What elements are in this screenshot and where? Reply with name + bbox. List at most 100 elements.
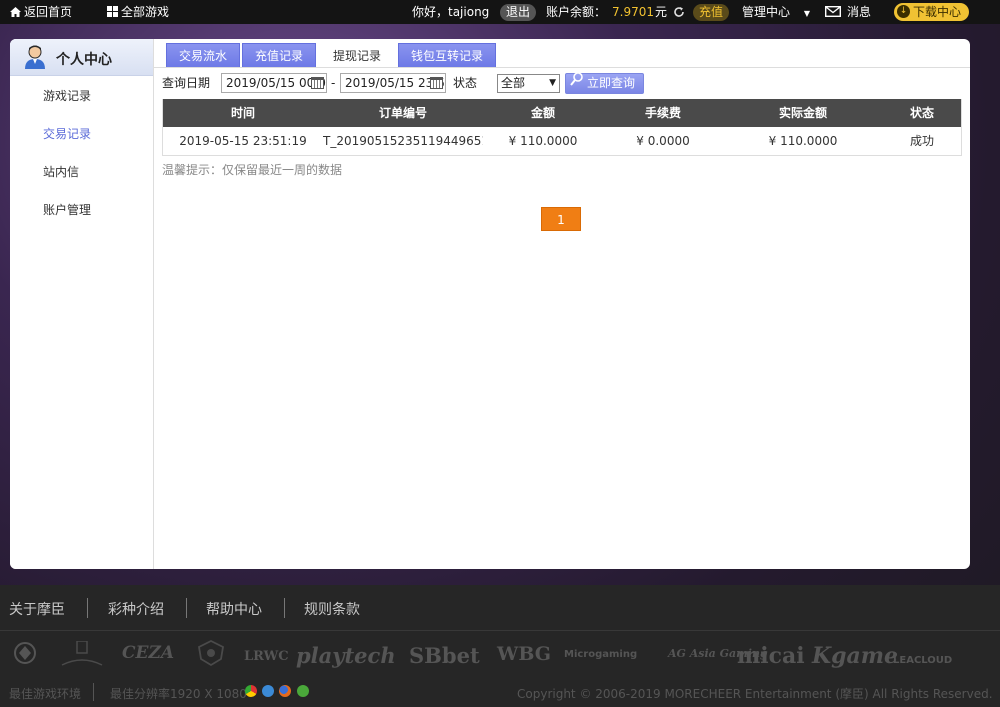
footer-bottom-bar: 最佳游戏环境 最佳分辨率1920 X 1080 Copyright © 2006… bbox=[0, 683, 1000, 703]
partner-logo-ceza: CEZA bbox=[122, 643, 175, 663]
date-label: 查询日期 bbox=[162, 76, 211, 90]
content-area: 交易流水 充值记录 提现记录 钱包互转记录 查询日期 2019/05/15 00… bbox=[154, 39, 970, 569]
caret-down-icon: ▼ bbox=[803, 9, 810, 18]
tab-transaction-flow[interactable]: 交易流水 bbox=[166, 43, 241, 68]
footer-link-lottery-intro[interactable]: 彩种介绍 bbox=[108, 599, 164, 619]
cell-fee: ¥ 0.0000 bbox=[636, 134, 690, 148]
partner-logos: CEZA LRWC playtech SBbet WBG Microgaming… bbox=[0, 635, 1000, 677]
grid-icon bbox=[107, 1, 118, 25]
partner-logo-sbbet: SBbet bbox=[409, 643, 480, 668]
best-resolution: 最佳分辨率1920 X 1080 bbox=[110, 687, 247, 701]
logout-button[interactable]: 退出 bbox=[500, 0, 537, 24]
filter-bar: 查询日期 2019/05/15 00:00 - 2019/05/15 23:59… bbox=[162, 72, 962, 94]
partner-shield-icon bbox=[195, 639, 227, 670]
tab-withdraw-records[interactable]: 提现记录 bbox=[318, 43, 397, 68]
manage-center-menu[interactable]: 管理中心 ▼ bbox=[742, 0, 810, 24]
balance-value: 7.9701 bbox=[612, 5, 654, 19]
records-table: 时间 订单编号 金额 手续费 实际金额 状态 2019-05-15 23:51:… bbox=[162, 99, 962, 156]
ie-icon bbox=[262, 685, 274, 697]
all-games-label: 全部游戏 bbox=[121, 5, 170, 19]
browser-360-icon bbox=[297, 685, 309, 697]
download-icon: ↓ bbox=[897, 5, 910, 18]
query-button[interactable]: 立即查询 bbox=[565, 72, 645, 94]
sidebar-item-transaction-records[interactable]: 交易记录 bbox=[10, 115, 153, 153]
firefox-icon bbox=[279, 685, 291, 697]
pagination-page-1[interactable]: 1 bbox=[541, 207, 581, 231]
status-select[interactable]: 全部 ▼ bbox=[497, 74, 560, 93]
home-label: 返回首页 bbox=[24, 5, 73, 19]
cell-status: 成功 bbox=[909, 134, 934, 148]
footer-divider bbox=[284, 598, 285, 618]
calendar-icon[interactable] bbox=[430, 77, 443, 89]
chrome-icon bbox=[245, 685, 257, 697]
col-header-fee: 手续费 bbox=[644, 106, 681, 120]
partner-logo-wbg: WBG bbox=[497, 643, 551, 665]
col-header-actual-amount: 实际金额 bbox=[778, 106, 827, 120]
tab-divider bbox=[154, 67, 970, 68]
top-bar: 返回首页 全部游戏 你好，tajiong 退出 账户余额： 7.9701 元 充… bbox=[0, 0, 1000, 24]
cell-time: 2019-05-15 23:51:19 bbox=[179, 134, 307, 148]
partner-crest-icon bbox=[60, 640, 104, 672]
status-select-value: 全部 bbox=[501, 76, 526, 90]
date-separator: - bbox=[331, 76, 336, 90]
cell-amount: ¥ 110.0000 bbox=[508, 134, 578, 148]
footer-divider bbox=[87, 598, 88, 618]
partner-logo-micai: micai bbox=[737, 643, 805, 669]
partner-logo-kgame: Kgame bbox=[812, 643, 899, 669]
recharge-label: 充值 bbox=[693, 4, 730, 21]
col-header-status: 状态 bbox=[909, 106, 934, 120]
main-panel: 个人中心 游戏记录 交易记录 站内信 账户管理 交易流水 充值记录 提现记录 钱… bbox=[10, 39, 970, 569]
all-games-link[interactable]: 全部游戏 bbox=[107, 0, 169, 24]
col-header-amount: 金额 bbox=[530, 106, 555, 120]
record-tabs: 交易流水 充值记录 提现记录 钱包互转记录 bbox=[166, 43, 498, 68]
footer-link-help[interactable]: 帮助中心 bbox=[206, 599, 262, 619]
balance-label: 账户余额： bbox=[546, 5, 607, 19]
start-date-input[interactable]: 2019/05/15 00:00 bbox=[221, 73, 327, 93]
best-env-label: 最佳游戏环境 bbox=[9, 687, 82, 701]
sidebar: 个人中心 游戏记录 交易记录 站内信 账户管理 bbox=[10, 39, 154, 569]
cell-order-no: T_20190515235119449651 bbox=[323, 134, 483, 148]
download-pill: ↓ 下载中心 bbox=[894, 3, 970, 21]
logout-label: 退出 bbox=[500, 4, 537, 21]
partner-logo-leacloud: LEACLOUD bbox=[893, 655, 953, 666]
message-link[interactable]: 消息 bbox=[824, 0, 872, 25]
download-center-button[interactable]: ↓ 下载中心 bbox=[894, 0, 970, 24]
sidebar-item-game-records[interactable]: 游戏记录 bbox=[10, 77, 153, 115]
home-link[interactable]: 返回首页 bbox=[10, 0, 72, 24]
home-icon bbox=[10, 1, 21, 25]
cell-actual-amount: ¥ 110.0000 bbox=[768, 134, 838, 148]
sidebar-title: 个人中心 bbox=[56, 52, 112, 68]
sidebar-item-account-management[interactable]: 账户管理 bbox=[10, 191, 153, 229]
greeting: 你好，tajiong bbox=[412, 5, 490, 19]
manage-label: 管理中心 bbox=[742, 5, 791, 19]
query-button-label: 立即查询 bbox=[587, 76, 636, 90]
tab-wallet-transfer-records[interactable]: 钱包互转记录 bbox=[398, 43, 497, 68]
table-row: 2019-05-15 23:51:19 T_201905152351194496… bbox=[163, 127, 961, 155]
footer-divider bbox=[186, 598, 187, 618]
sidebar-item-inbox[interactable]: 站内信 bbox=[10, 153, 153, 191]
message-label: 消息 bbox=[847, 5, 872, 19]
col-header-time: 时间 bbox=[230, 106, 255, 120]
table-header: 时间 订单编号 金额 手续费 实际金额 状态 bbox=[163, 99, 961, 127]
copyright: Copyright © 2006-2019 MORECHEER Entertai… bbox=[517, 687, 993, 701]
calendar-icon[interactable] bbox=[311, 77, 324, 89]
user-avatar-icon bbox=[24, 45, 46, 73]
tab-recharge-records[interactable]: 充值记录 bbox=[242, 43, 317, 68]
sidebar-header: 个人中心 bbox=[10, 39, 153, 76]
partner-logo-lrwc: LRWC bbox=[244, 649, 289, 664]
envelope-icon bbox=[824, 1, 842, 25]
end-date-input[interactable]: 2019/05/15 23:59 bbox=[340, 73, 446, 93]
footer-link-rules[interactable]: 规则条款 bbox=[304, 599, 360, 619]
search-icon bbox=[570, 72, 583, 92]
retention-tip: 温馨提示：仅保留最近一周的数据 bbox=[162, 163, 343, 177]
col-header-order-no: 订单编号 bbox=[378, 106, 427, 120]
recharge-button[interactable]: 充值 bbox=[693, 0, 730, 24]
refresh-icon[interactable] bbox=[673, 0, 685, 24]
status-label: 状态 bbox=[453, 76, 478, 90]
footer-link-about[interactable]: 关于摩臣 bbox=[9, 599, 65, 619]
partner-emblem-icon bbox=[12, 641, 38, 668]
balance-unit: 元 bbox=[655, 5, 668, 19]
footer-divider bbox=[93, 683, 94, 701]
sidebar-menu: 游戏记录 交易记录 站内信 账户管理 bbox=[10, 76, 153, 229]
footer: 关于摩臣 彩种介绍 帮助中心 规则条款 CEZA LRWC playtech S… bbox=[0, 585, 1000, 707]
